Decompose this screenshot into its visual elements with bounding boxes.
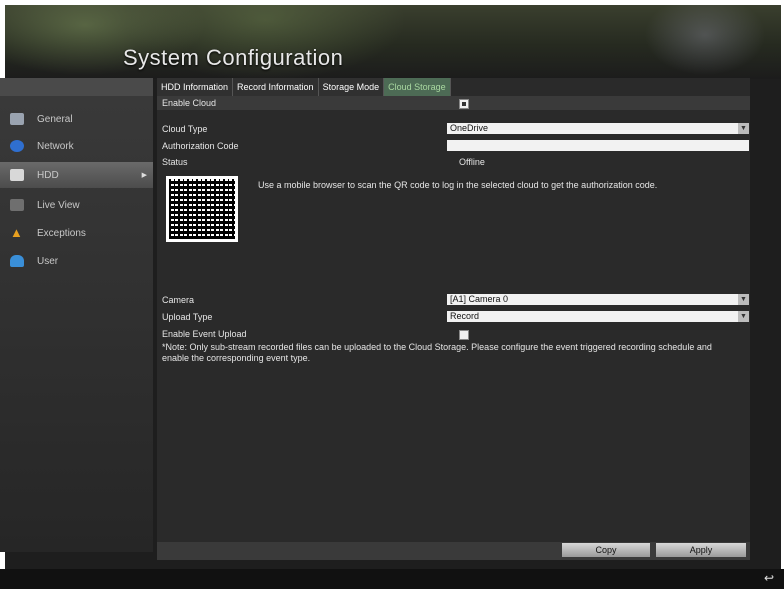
live-view-icon	[10, 199, 24, 211]
tab-bar: HDD Information Record Information Stora…	[157, 78, 451, 96]
chevron-down-icon: ▼	[738, 294, 749, 305]
enable-event-upload-checkbox[interactable]	[459, 330, 469, 340]
general-icon	[10, 113, 24, 125]
authorization-code-label: Authorization Code	[162, 141, 239, 151]
enable-cloud-label: Enable Cloud	[162, 98, 217, 108]
status-label: Status	[162, 157, 188, 167]
cloud-note-text: *Note: Only sub-stream recorded files ca…	[162, 342, 712, 363]
sidebar-item-general[interactable]: General	[0, 106, 153, 132]
sidebar-item-hdd[interactable]: HDD ▶	[0, 162, 153, 188]
sidebar-item-label: Live View	[37, 199, 80, 211]
sidebar-item-label: HDD	[37, 169, 59, 181]
tab-storage-mode[interactable]: Storage Mode	[318, 78, 385, 96]
footer-bar: ↩	[0, 569, 784, 589]
warning-icon: ▲	[10, 225, 23, 240]
sidebar-item-user[interactable]: User	[0, 248, 153, 274]
tab-record-information[interactable]: Record Information	[233, 78, 319, 96]
sidebar-header	[0, 78, 153, 96]
sidebar-item-live-view[interactable]: Live View	[0, 192, 153, 218]
sidebar-item-network[interactable]: Network	[0, 133, 153, 159]
tab-hdd-information[interactable]: HDD Information	[157, 78, 234, 96]
header-banner	[5, 5, 781, 79]
enable-cloud-checkbox[interactable]	[459, 99, 469, 109]
user-icon	[10, 255, 24, 267]
copy-button[interactable]: Copy	[562, 543, 650, 557]
upload-type-value: Record	[450, 311, 480, 321]
enable-event-upload-label: Enable Event Upload	[162, 329, 247, 339]
chevron-down-icon: ▼	[738, 311, 749, 322]
cloud-type-value: OneDrive	[450, 123, 489, 133]
qr-code	[166, 176, 238, 242]
camera-value: [A1] Camera 0	[450, 294, 509, 304]
upload-type-label: Upload Type	[162, 312, 213, 322]
qr-hint-text: Use a mobile browser to scan the QR code…	[258, 180, 658, 190]
apply-button[interactable]: Apply	[656, 543, 746, 557]
sidebar-item-label: Network	[37, 140, 74, 152]
upload-type-select[interactable]: Record ▼	[447, 311, 749, 322]
sidebar-item-label: User	[37, 255, 59, 267]
sidebar-item-label: Exceptions	[37, 227, 86, 239]
check-mark-icon	[462, 102, 466, 106]
page-title: System Configuration	[123, 45, 344, 70]
chevron-down-icon: ▼	[738, 123, 749, 134]
status-value: Offline	[459, 157, 485, 167]
authorization-code-input[interactable]	[447, 140, 749, 151]
network-icon	[10, 140, 24, 152]
camera-label: Camera	[162, 295, 195, 305]
hdd-icon	[10, 169, 24, 181]
tab-cloud-storage[interactable]: Cloud Storage	[384, 78, 451, 96]
enable-cloud-row	[157, 96, 750, 110]
back-icon[interactable]: ↩	[764, 571, 774, 585]
sidebar-item-label: General	[37, 113, 73, 125]
sidebar-item-exceptions[interactable]: ▲ Exceptions	[0, 220, 153, 246]
cloud-type-select[interactable]: OneDrive ▼	[447, 123, 749, 134]
cloud-type-label: Cloud Type	[162, 124, 208, 134]
chevron-right-icon: ▶	[141, 172, 147, 179]
camera-select[interactable]: [A1] Camera 0 ▼	[447, 294, 749, 305]
